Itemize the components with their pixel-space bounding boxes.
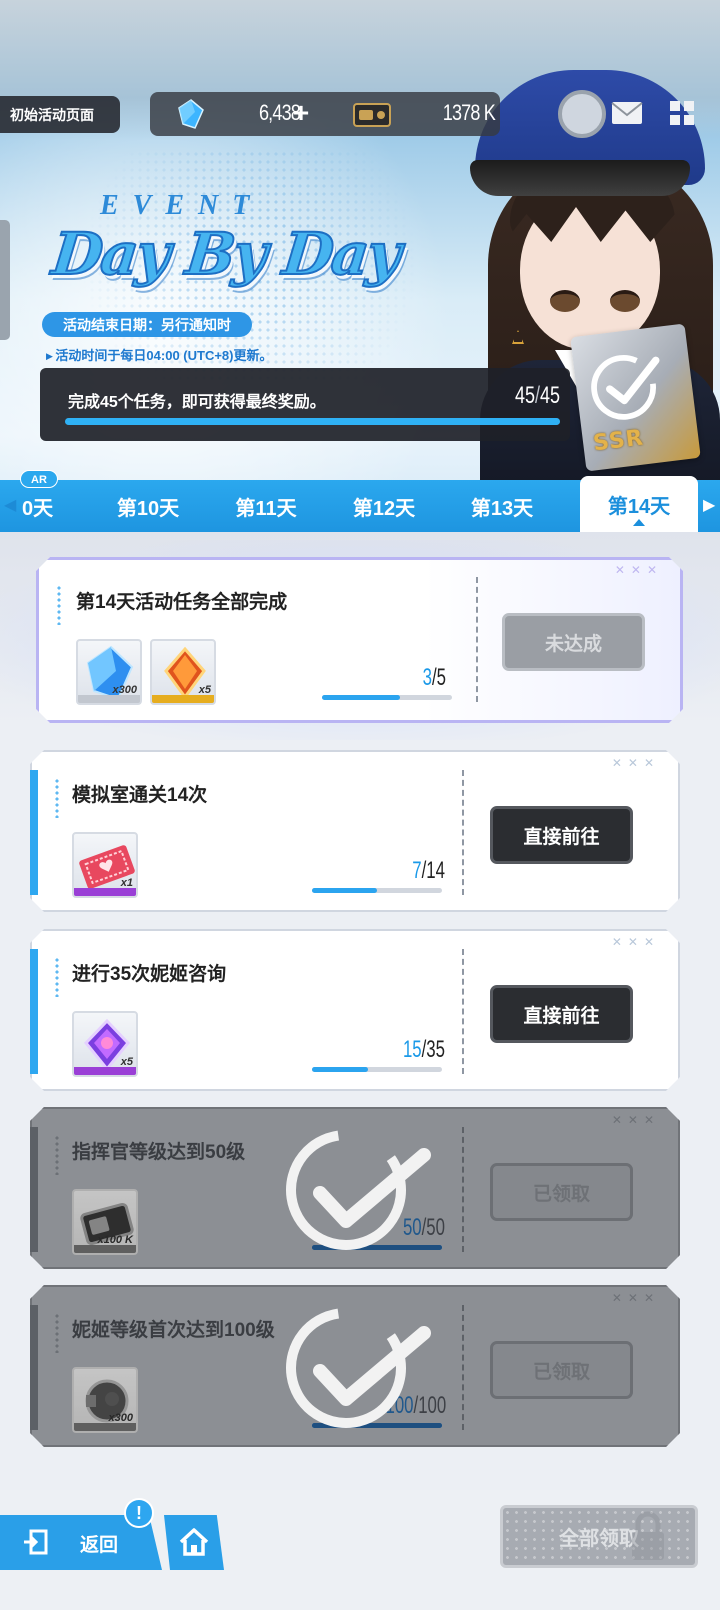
progress-bar	[65, 418, 560, 425]
tab-day-9[interactable]: 0天	[22, 480, 62, 532]
lock-icon	[632, 1511, 664, 1560]
decoration-marks: ✕✕✕	[611, 1291, 660, 1305]
mission-title: 模拟室通关14次	[72, 785, 208, 806]
decoration-marks: ✕✕✕	[611, 756, 660, 770]
final-reward-card[interactable]: SSR	[570, 323, 701, 472]
reward-qty: x5	[120, 1056, 133, 1068]
mission-status-button[interactable]: 未达成	[502, 613, 645, 671]
reward-rarity-label: SSR	[591, 425, 646, 457]
mission-progress-count: 15/35	[402, 1036, 445, 1063]
mission-card: ✕✕✕ 模拟室通关14次 x1 7/14 直接前往	[30, 750, 680, 912]
tab-day-12[interactable]: 第12天	[328, 480, 440, 532]
end-date-pill: 活动结束日期：另行通知时	[42, 312, 252, 337]
back-label: 返回	[80, 1535, 119, 1556]
notice-badge: !	[124, 1498, 154, 1528]
mission-card: ✕✕✕ 进行35次妮姬咨询 x5 15/35 直接前往	[30, 929, 680, 1091]
home-icon	[179, 1528, 209, 1556]
go-now-button[interactable]: 直接前往	[490, 806, 633, 864]
reward-qty: x300	[108, 1412, 133, 1424]
mission-progress-bar	[322, 695, 452, 700]
refresh-note: 活动时间于每日04:00 (UTC+8)更新。	[46, 345, 346, 365]
mission-progress-bar	[312, 1067, 442, 1072]
decoration-marks: ✕✕✕	[611, 1113, 660, 1127]
mission-progress-count: 3/5	[422, 664, 446, 691]
exit-door-icon	[24, 1529, 48, 1555]
credit-amount: 1378 K	[442, 100, 496, 125]
home-button[interactable]	[164, 1515, 224, 1570]
gem-icon	[178, 99, 204, 129]
tab-day-10[interactable]: 第10天	[92, 480, 204, 532]
mission-card: ✕✕✕ 指挥官等级达到50级 x100 K 50/50 已领取	[30, 1107, 680, 1269]
add-gem-button[interactable]: +	[290, 98, 312, 128]
mission-progress-bar	[312, 888, 442, 893]
reward-qty: x1	[120, 877, 133, 889]
mission-title: 第14天活动任务全部完成	[76, 592, 288, 613]
claimed-button[interactable]: 已领取	[490, 1341, 633, 1399]
credit-icon	[353, 103, 391, 127]
progress-count: 45/45	[514, 382, 560, 409]
tab-day-14[interactable]: 第14天	[580, 476, 698, 532]
final-reward-progress: 完成45个任务，即可获得最终奖励。 45/45	[40, 368, 570, 441]
tabs-scroll-left-icon[interactable]: ◀	[4, 497, 16, 515]
side-drawer-handle[interactable]	[0, 220, 10, 340]
claim-all-button[interactable]: 全部领取	[500, 1505, 698, 1568]
event-title: Day By Day	[48, 219, 403, 289]
mission-title: 妮姬等级首次达到100级	[72, 1320, 275, 1341]
tab-day-13[interactable]: 第13天	[446, 480, 558, 532]
mission-card: ✕✕✕ 妮姬等级首次达到100级 x300 100/100 已领取	[30, 1285, 680, 1447]
completed-check-icon	[284, 1125, 434, 1255]
completed-check-icon	[591, 354, 660, 420]
mission-progress-count: 7/14	[412, 857, 445, 884]
reward-item[interactable]: x5	[72, 1011, 138, 1077]
mission-card: ✕✕✕ 第14天活动任务全部完成 x300 x5 3/5 未达成	[36, 557, 683, 723]
reward-qty: x100 K	[97, 1234, 133, 1246]
mail-icon[interactable]	[610, 99, 644, 127]
progress-text: 完成45个任务，即可获得最终奖励。	[68, 394, 326, 411]
reward-item[interactable]: x300	[72, 1367, 138, 1433]
menu-grid-icon[interactable]	[668, 99, 696, 127]
mission-title: 指挥官等级达到50级	[72, 1142, 246, 1163]
claimed-button[interactable]: 已领取	[490, 1163, 633, 1221]
mission-title: 进行35次妮姬咨询	[72, 964, 227, 985]
reward-item[interactable]: x100 K	[72, 1189, 138, 1255]
reward-item[interactable]: x1	[72, 832, 138, 898]
progress-bar-fill	[65, 418, 560, 425]
tab-day-11[interactable]: 第11天	[210, 480, 322, 532]
event-home-button[interactable]: 初始活动页面	[0, 96, 120, 133]
completed-check-icon	[284, 1303, 434, 1433]
decoration-marks: ✕✕✕	[611, 935, 660, 949]
tabs-scroll-right-icon[interactable]: ▶	[703, 497, 715, 515]
reward-qty: x5	[198, 684, 211, 696]
reward-item[interactable]: x300	[76, 639, 142, 705]
reward-qty: x300	[112, 684, 137, 696]
go-now-button[interactable]: 直接前往	[490, 985, 633, 1043]
decoration-marks: ✕✕✕	[614, 563, 663, 577]
reward-item[interactable]: x5	[150, 639, 216, 705]
event-banner: EVENT Day By Day 活动结束日期：另行通知时 活动时间于每日04:…	[0, 0, 720, 545]
